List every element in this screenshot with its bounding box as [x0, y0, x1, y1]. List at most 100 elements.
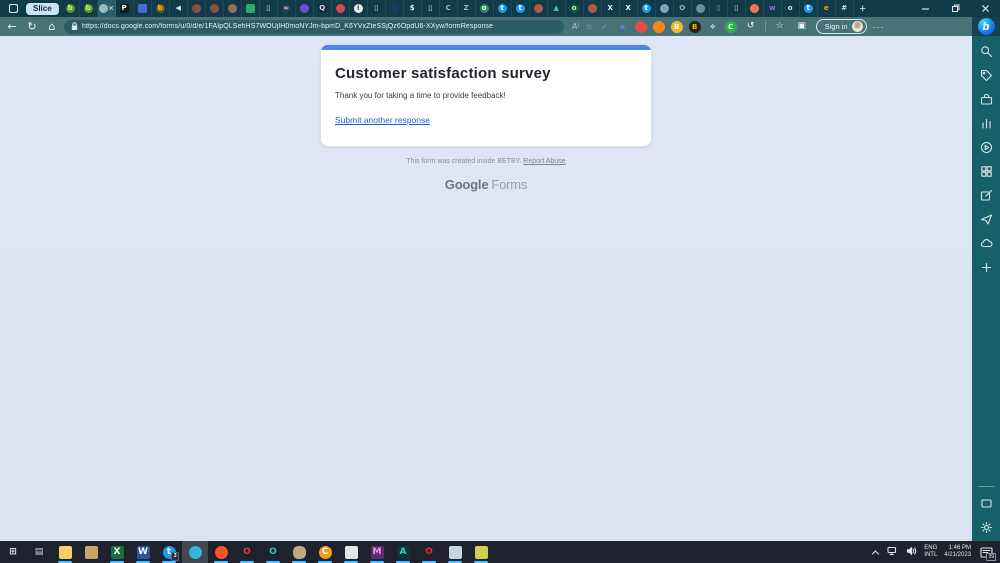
tab-brown-1[interactable]: [188, 0, 206, 17]
new-tab-button[interactable]: +: [854, 0, 872, 17]
tab-doc-5[interactable]: ▯: [728, 0, 746, 17]
language-indicator[interactable]: ENG INTL: [924, 545, 937, 559]
taskbar-task-view[interactable]: ▤: [26, 541, 52, 563]
taskbar-edge-active[interactable]: [182, 541, 208, 563]
tab-peach[interactable]: [746, 0, 764, 17]
sidebar-office-button[interactable]: [976, 164, 996, 179]
tab-active-forms[interactable]: ×: [98, 0, 116, 17]
sidebar-customize-button[interactable]: [976, 260, 996, 275]
home-button[interactable]: ⌂: [44, 21, 60, 32]
collections-button[interactable]: ▣: [794, 22, 810, 31]
tab-doc-4[interactable]: ▯: [710, 0, 728, 17]
close-button[interactable]: [970, 0, 1000, 17]
ext-puzzle[interactable]: ❖: [707, 21, 719, 33]
taskbar-start[interactable]: ⊞: [0, 541, 26, 563]
tab-flame[interactable]: e: [818, 0, 836, 17]
sidebar-games-button[interactable]: [976, 116, 996, 131]
tab-brown-3[interactable]: [224, 0, 242, 17]
submit-another-response-link[interactable]: Submit another response: [335, 115, 430, 125]
tab-green-square[interactable]: [242, 0, 260, 17]
tab-gold-b[interactable]: b: [152, 0, 170, 17]
taskbar-file-explorer[interactable]: [52, 541, 78, 563]
taskbar-opera-gx[interactable]: O: [260, 541, 286, 563]
tab-gray-o[interactable]: o: [782, 0, 800, 17]
tab-dim-gray[interactable]: [692, 0, 710, 17]
tab-speaker[interactable]: ◀: [170, 0, 188, 17]
volume-tray-button[interactable]: [906, 543, 917, 561]
taskbar-word[interactable]: W: [130, 541, 156, 563]
ext-c-green[interactable]: C: [725, 21, 737, 33]
taskbar-store[interactable]: [78, 541, 104, 563]
tab-triangle[interactable]: ▲: [548, 0, 566, 17]
sidebar-designer-button[interactable]: [976, 188, 996, 203]
settings-more-button[interactable]: ···: [873, 22, 885, 32]
back-button[interactable]: ←: [4, 21, 20, 32]
tab-z[interactable]: Z: [458, 0, 476, 17]
restore-button[interactable]: [940, 0, 970, 17]
tab-bet365-2[interactable]: b: [80, 0, 98, 17]
tab-rust-2[interactable]: [584, 0, 602, 17]
minimize-button[interactable]: [910, 0, 940, 17]
tab-blue-square[interactable]: [134, 0, 152, 17]
ext-metamask[interactable]: [653, 21, 665, 33]
tab-twitter-4[interactable]: t: [800, 0, 818, 17]
tab-doc-1[interactable]: ▯: [260, 0, 278, 17]
tab-purple[interactable]: [296, 0, 314, 17]
taskbar-twitter[interactable]: t 3: [156, 541, 182, 563]
tab-rust-1[interactable]: [530, 0, 548, 17]
tab-c[interactable]: C: [440, 0, 458, 17]
network-tray-button[interactable]: [887, 543, 899, 561]
ext-shield[interactable]: ◆: [617, 21, 629, 33]
tab-x-1[interactable]: X: [602, 0, 620, 17]
address-bar[interactable]: https://docs.google.com/forms/u/0/d/e/1F…: [64, 20, 564, 34]
tab-doc-3[interactable]: ▯: [422, 0, 440, 17]
sidebar-hide-button[interactable]: [976, 496, 996, 511]
add-favorite-button[interactable]: ☆: [585, 22, 592, 31]
ext-dark-coin[interactable]: B: [689, 21, 701, 33]
tab-x-2[interactable]: X: [620, 0, 638, 17]
sidebar-shopping-button[interactable]: [976, 68, 996, 83]
taskbar-excel[interactable]: X: [104, 541, 130, 563]
tab-navy[interactable]: [386, 0, 404, 17]
sidebar-settings-button[interactable]: [976, 520, 996, 535]
tab-p[interactable]: P: [116, 0, 134, 17]
tab-w[interactable]: w: [764, 0, 782, 17]
read-aloud-button[interactable]: A⁾: [572, 22, 579, 31]
history-button[interactable]: ↺: [743, 22, 759, 31]
tab-group-label[interactable]: Slice: [26, 3, 59, 15]
bing-icon[interactable]: b: [978, 18, 995, 35]
taskbar-opera[interactable]: O: [416, 541, 442, 563]
taskbar-coin[interactable]: C: [312, 541, 338, 563]
tab-twitter-2[interactable]: t: [512, 0, 530, 17]
sidebar-tools-button[interactable]: [976, 92, 996, 107]
tab-twitter-1[interactable]: t: [494, 0, 512, 17]
tab-twitter-3[interactable]: t: [638, 0, 656, 17]
taskbar-monitor[interactable]: [338, 541, 364, 563]
taskbar-a-teal[interactable]: A: [390, 541, 416, 563]
tab-doc-2[interactable]: ▯: [368, 0, 386, 17]
sidebar-weather-button[interactable]: [976, 236, 996, 251]
ext-binance[interactable]: B: [671, 21, 683, 33]
favorites-button[interactable]: ☆: [772, 22, 788, 31]
tab-actions-button[interactable]: [0, 0, 26, 17]
tab-pill[interactable]: ∞: [278, 0, 296, 17]
tab-q[interactable]: Q: [314, 0, 332, 17]
taskbar-3d-box[interactable]: [442, 541, 468, 563]
sidebar-search-button[interactable]: [976, 44, 996, 59]
tab-dollar[interactable]: $: [404, 0, 422, 17]
tab-dim-blue[interactable]: [656, 0, 674, 17]
clock[interactable]: 1:46 PM 4/21/2023: [944, 545, 971, 559]
tab-close-icon[interactable]: ×: [109, 4, 114, 13]
sidebar-media-button[interactable]: [976, 140, 996, 155]
taskbar-layers[interactable]: [468, 541, 494, 563]
refresh-button[interactable]: ↻: [24, 21, 40, 32]
tab-info[interactable]: i: [350, 0, 368, 17]
sidebar-drop-button[interactable]: [976, 212, 996, 227]
tab-bet365[interactable]: b: [62, 0, 80, 17]
report-abuse-link[interactable]: Report Abuse: [523, 158, 565, 165]
tab-ring[interactable]: O: [674, 0, 692, 17]
tab-brown-2[interactable]: [206, 0, 224, 17]
taskbar-brave[interactable]: [208, 541, 234, 563]
tab-darkgreen-o[interactable]: o: [566, 0, 584, 17]
taskbar-red-ring[interactable]: O: [234, 541, 260, 563]
